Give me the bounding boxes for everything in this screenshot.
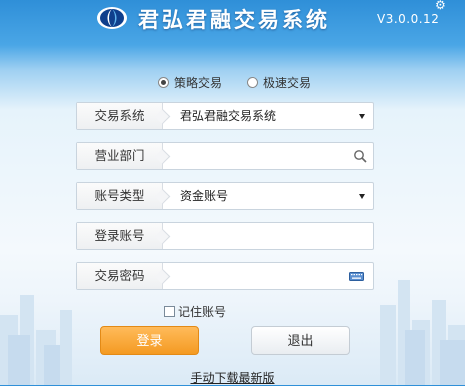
title-bar: 君弘君融交易系统 V3.0.0.12 ⚙ (0, 0, 465, 46)
logo-icon (97, 7, 127, 29)
app-title: 君弘君融交易系统 (138, 8, 330, 32)
exit-button[interactable]: 退出 (251, 326, 350, 355)
version-label: V3.0.0.12 (377, 12, 440, 26)
checkbox-icon[interactable] (164, 306, 175, 317)
trading-system-value: 君弘君融交易系统 (180, 109, 277, 123)
trade-mode-radio-group: 策略交易 极速交易 (0, 74, 465, 94)
password-field[interactable]: 交易密码 (76, 262, 374, 290)
dropdown-caret-icon[interactable] (359, 114, 365, 119)
radio-strategy-trading[interactable]: 策略交易 (158, 74, 222, 91)
trading-system-select[interactable]: 交易系统 君弘君融交易系统 (76, 102, 374, 130)
keyboard-icon[interactable] (349, 272, 364, 281)
login-button[interactable]: 登录 (100, 326, 199, 355)
account-type-value: 资金账号 (180, 189, 229, 203)
field-label: 营业部门 (77, 143, 163, 169)
dropdown-caret-icon[interactable] (359, 194, 365, 199)
branch-field[interactable]: 营业部门 (76, 142, 374, 170)
remember-account-checkbox[interactable]: 记住账号 (164, 303, 226, 320)
login-account-input[interactable] (169, 224, 353, 250)
radio-unchecked-icon (247, 77, 258, 88)
radio-label: 极速交易 (263, 76, 312, 90)
field-label: 交易系统 (77, 103, 163, 129)
field-label: 登录账号 (77, 223, 163, 249)
settings-icon[interactable]: ⚙ (435, 0, 446, 12)
branch-input[interactable] (169, 144, 353, 170)
account-type-select[interactable]: 账号类型 资金账号 (76, 182, 374, 210)
manual-download-link[interactable]: 手动下载最新版 (0, 369, 465, 386)
field-label: 账号类型 (77, 183, 163, 209)
search-icon[interactable] (353, 149, 367, 163)
radio-label: 策略交易 (174, 76, 223, 90)
login-account-field[interactable]: 登录账号 (76, 222, 374, 250)
password-input[interactable] (169, 264, 353, 290)
remember-label: 记住账号 (178, 305, 227, 319)
radio-fast-trading[interactable]: 极速交易 (247, 74, 311, 91)
radio-checked-icon (158, 77, 169, 88)
field-label: 交易密码 (77, 263, 163, 289)
